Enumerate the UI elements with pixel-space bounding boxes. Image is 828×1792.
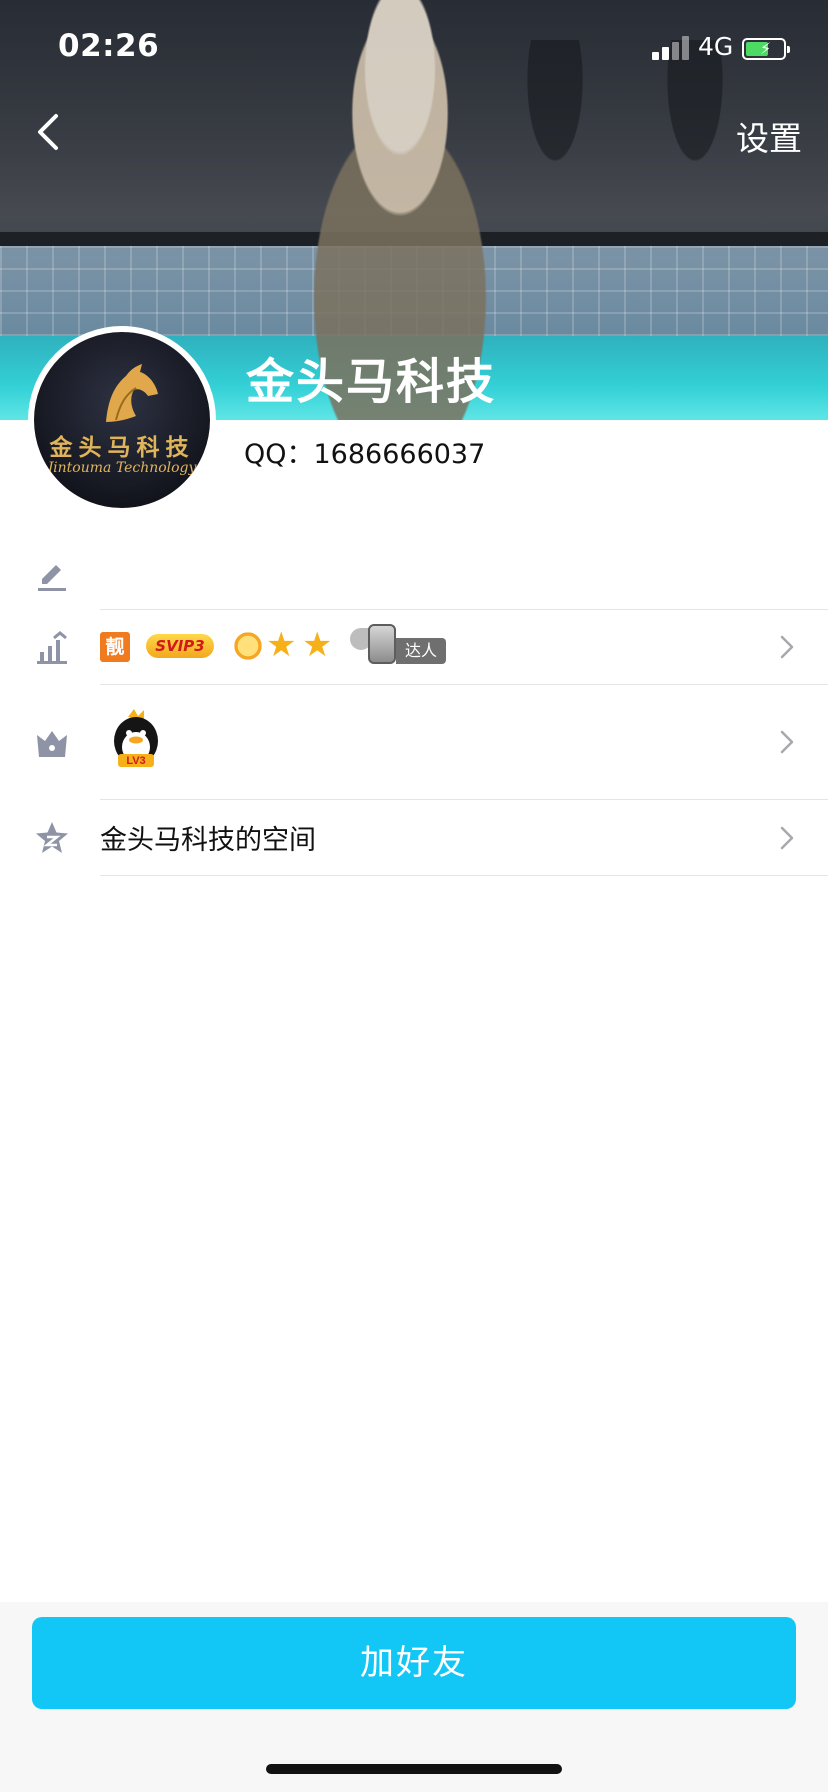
chevron-right-icon xyxy=(780,635,794,659)
signature-row[interactable] xyxy=(0,540,828,610)
back-icon xyxy=(38,114,58,150)
star-icon: ★ xyxy=(266,625,297,665)
chevron-right-icon xyxy=(780,826,794,850)
space-row[interactable]: 金头马科技的空间 xyxy=(0,800,828,876)
daren-label: 达人 xyxy=(396,638,446,664)
avatar[interactable]: 金头马科技 Jintouma Technology xyxy=(28,326,216,514)
horse-logo-icon xyxy=(106,364,158,422)
profile-nickname: 金头马科技 xyxy=(246,354,497,410)
qq-number: QQ：1686666037 xyxy=(244,439,486,470)
battery-icon: ⚡ xyxy=(742,38,790,60)
chart-icon xyxy=(37,631,67,664)
penguin-level-icon: LV3 xyxy=(114,709,158,767)
bell-icon xyxy=(368,624,396,664)
level-row[interactable]: LV3 xyxy=(0,685,828,800)
star-z-icon xyxy=(36,822,68,853)
add-friend-button[interactable]: 加好友 xyxy=(32,1617,796,1709)
avatar-logo-text: 金头马科技 xyxy=(49,434,195,461)
signal-icon xyxy=(652,36,690,60)
pencil-icon xyxy=(38,565,66,591)
sun-icon xyxy=(232,630,264,662)
svip-badge: SVIP3 xyxy=(146,634,214,658)
crown-icon xyxy=(37,731,67,757)
status-bar: 02:26 4G ⚡ xyxy=(0,0,828,100)
network-type: 4G xyxy=(698,32,734,61)
daren-badge: 达人 xyxy=(350,618,446,670)
back-button[interactable] xyxy=(30,110,70,154)
home-indicator[interactable] xyxy=(266,1764,562,1774)
star-icon: ★ xyxy=(302,625,333,665)
badges-row[interactable]: 靓 SVIP3 ★ ★ 达人 xyxy=(0,610,828,685)
level-text: LV3 xyxy=(126,755,145,767)
settings-button[interactable]: 设置 xyxy=(736,112,802,160)
avatar-logo-subtitle: Jintouma Technology xyxy=(47,460,197,476)
space-label: 金头马科技的空间 xyxy=(100,825,316,856)
status-time: 02:26 xyxy=(58,28,160,64)
liang-badge: 靓 xyxy=(100,632,130,662)
chevron-right-icon xyxy=(780,730,794,754)
